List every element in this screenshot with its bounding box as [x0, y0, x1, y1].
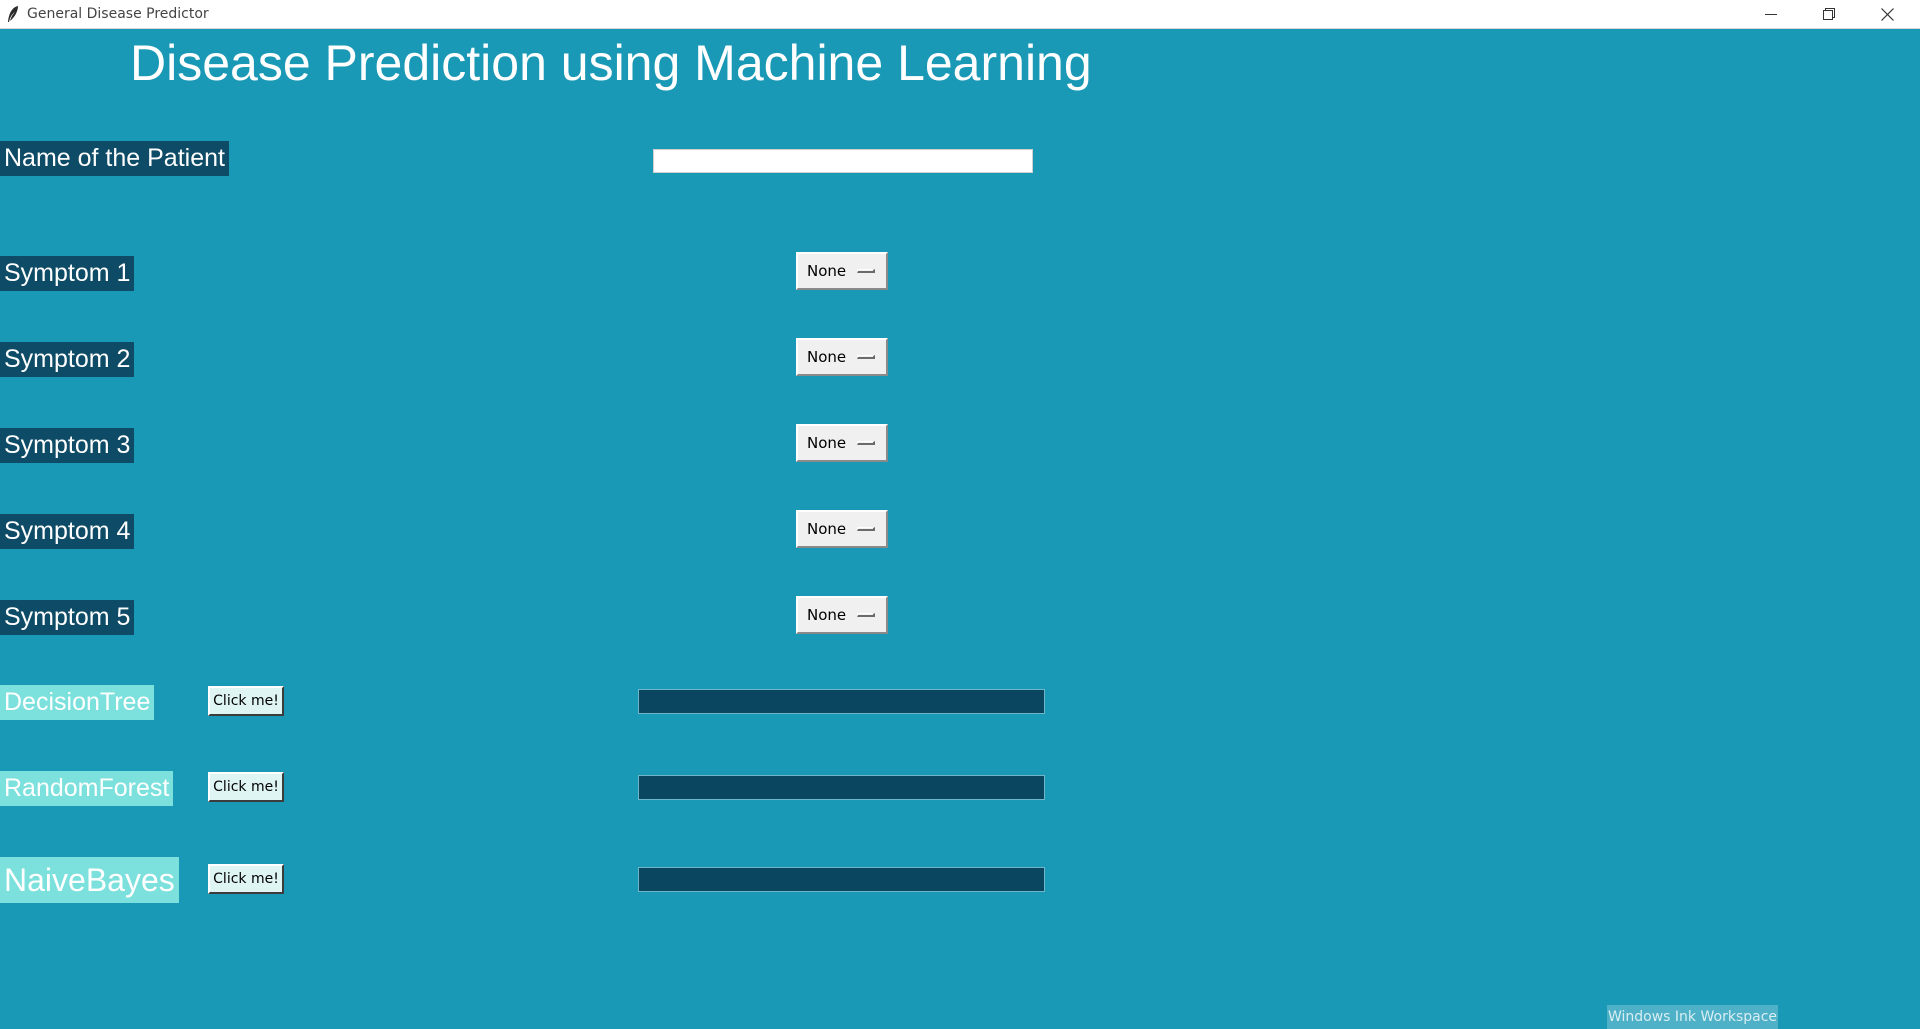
patient-name-input[interactable]: [653, 149, 1033, 173]
minimize-button[interactable]: [1742, 0, 1800, 28]
symptom-5-selected: None: [807, 606, 847, 624]
random-forest-result: [638, 775, 1045, 800]
decision-tree-button[interactable]: Click me!: [208, 686, 284, 716]
symptom-4-selected: None: [807, 520, 847, 538]
symptom-3-dropdown[interactable]: None: [796, 424, 888, 462]
naive-bayes-result: [638, 867, 1045, 892]
windows-ink-workspace-button[interactable]: Windows Ink Workspace: [1607, 1005, 1778, 1029]
dropdown-indicator-icon: [857, 441, 875, 445]
symptom-4-dropdown[interactable]: None: [796, 510, 888, 548]
dropdown-indicator-icon: [857, 355, 875, 359]
naive-bayes-button[interactable]: Click me!: [208, 864, 284, 894]
symptom-3-label: Symptom 3: [0, 428, 135, 463]
naive-bayes-label: NaiveBayes: [0, 857, 179, 903]
dropdown-indicator-icon: [857, 269, 875, 273]
restore-button[interactable]: [1800, 0, 1858, 28]
dropdown-indicator-icon: [857, 527, 875, 531]
patient-name-label: Name of the Patient: [0, 141, 229, 176]
close-button[interactable]: [1858, 0, 1916, 28]
minimize-icon: [1765, 14, 1777, 15]
window-title: General Disease Predictor: [27, 6, 209, 22]
symptom-5-dropdown[interactable]: None: [796, 596, 888, 634]
symptom-1-selected: None: [807, 262, 847, 280]
restore-icon: [1823, 8, 1835, 20]
symptom-5-label: Symptom 5: [0, 600, 135, 635]
random-forest-label: RandomForest: [0, 771, 174, 806]
random-forest-button[interactable]: Click me!: [208, 772, 284, 802]
symptom-4-label: Symptom 4: [0, 514, 135, 549]
page-title: Disease Prediction using Machine Learnin…: [130, 35, 1092, 91]
symptom-1-label: Symptom 1: [0, 256, 135, 291]
symptom-3-selected: None: [807, 434, 847, 452]
dropdown-indicator-icon: [857, 613, 875, 617]
window-title-bar[interactable]: General Disease Predictor: [0, 0, 1920, 29]
close-icon: [1880, 7, 1894, 21]
decision-tree-label: DecisionTree: [0, 685, 155, 720]
app-client-area: Disease Prediction using Machine Learnin…: [0, 29, 1920, 1029]
symptom-2-selected: None: [807, 348, 847, 366]
decision-tree-result: [638, 689, 1045, 714]
symptom-2-label: Symptom 2: [0, 342, 135, 377]
feather-icon: [8, 6, 18, 22]
symptom-2-dropdown[interactable]: None: [796, 338, 888, 376]
symptom-1-dropdown[interactable]: None: [796, 252, 888, 290]
